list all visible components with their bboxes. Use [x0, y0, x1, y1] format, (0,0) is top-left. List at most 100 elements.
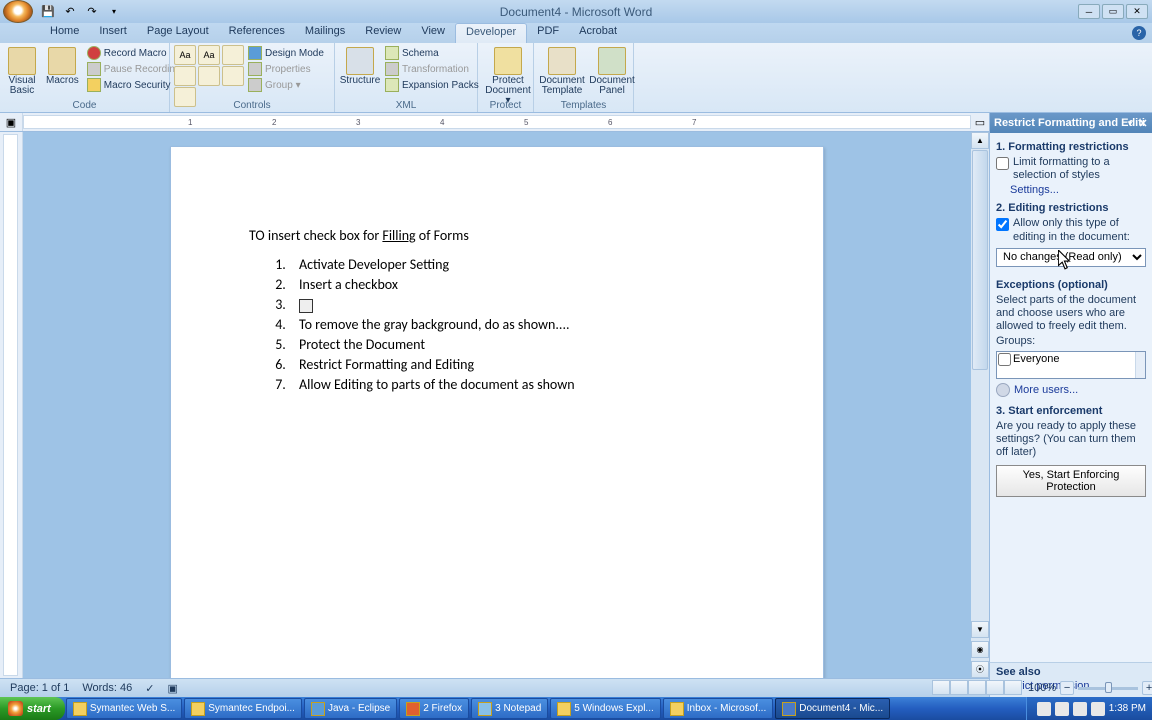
- record-macro-button[interactable]: Record Macro: [85, 45, 183, 61]
- horizontal-ruler[interactable]: 1 2 3 4 5 6 7: [23, 115, 971, 129]
- taskpane-header[interactable]: Restrict Formatting and Editi ▼ ✕: [990, 113, 1152, 133]
- taskbar-item[interactable]: Symantec Endpoi...: [184, 698, 302, 719]
- scroll-down-button[interactable]: ▼: [971, 621, 989, 638]
- everyone-checkbox[interactable]: [998, 353, 1011, 366]
- control-date-button[interactable]: [222, 66, 244, 86]
- limit-formatting-checkbox[interactable]: [996, 157, 1009, 170]
- undo-icon[interactable]: ↶: [62, 4, 78, 20]
- vertical-ruler[interactable]: [0, 132, 23, 678]
- next-page-button[interactable]: ⦿: [971, 661, 989, 678]
- steps-list[interactable]: Activate Developer Setting Insert a chec…: [289, 256, 745, 393]
- tab-acrobat[interactable]: Acrobat: [569, 23, 627, 43]
- tab-pdf[interactable]: PDF: [527, 23, 569, 43]
- pause-recording-button[interactable]: Pause Recording: [85, 61, 183, 77]
- ruler-corner[interactable]: ▣: [0, 113, 23, 131]
- list-item[interactable]: Allow Editing to parts of the document a…: [289, 376, 745, 393]
- start-button[interactable]: start: [0, 697, 65, 720]
- maximize-button[interactable]: ▭: [1102, 4, 1124, 19]
- control-dropdown-button[interactable]: [198, 66, 220, 86]
- group-button[interactable]: Group ▾: [246, 77, 326, 93]
- redo-icon[interactable]: ↷: [84, 4, 100, 20]
- clock[interactable]: 1:38 PM: [1109, 703, 1146, 714]
- taskbar-item[interactable]: Symantec Web S...: [66, 698, 182, 719]
- taskbar-item-active[interactable]: Document4 - Mic...: [775, 698, 890, 719]
- structure-button[interactable]: Structure: [339, 45, 381, 88]
- macro-security-button[interactable]: Macro Security: [85, 77, 183, 93]
- taskbar-item[interactable]: 3 Notepad: [471, 698, 548, 719]
- zoom-percent[interactable]: 100%: [1028, 682, 1056, 694]
- schema-button[interactable]: Schema: [383, 45, 481, 61]
- document-scroll[interactable]: TO insert check box for Filling of Forms…: [23, 132, 971, 678]
- settings-link[interactable]: Settings...: [1010, 184, 1146, 196]
- vertical-scrollbar[interactable]: ▲ ▼ ◉ ⦿: [971, 132, 989, 678]
- taskpane-close-icon[interactable]: ✕: [1136, 117, 1150, 130]
- expansion-packs-button[interactable]: Expansion Packs: [383, 77, 481, 93]
- list-item[interactable]: Protect the Document: [289, 336, 745, 353]
- word-count[interactable]: Words: 46: [76, 682, 139, 694]
- ruler-toggle-icon[interactable]: ▭: [971, 113, 989, 131]
- properties-button[interactable]: Properties: [246, 61, 326, 77]
- control-combo-button[interactable]: [174, 66, 196, 86]
- taskpane-dropdown-icon[interactable]: ▼: [1126, 119, 1134, 128]
- tray-icon[interactable]: [1055, 702, 1069, 716]
- intro-paragraph[interactable]: TO insert check box for Filling of Forms: [249, 227, 745, 244]
- office-button[interactable]: [3, 0, 33, 23]
- taskbar-item[interactable]: 5 Windows Expl...: [550, 698, 660, 719]
- close-button[interactable]: ✕: [1126, 4, 1148, 19]
- scroll-thumb[interactable]: [972, 150, 988, 370]
- web-layout-view[interactable]: [968, 680, 986, 695]
- listbox-scrollbar[interactable]: [1135, 352, 1145, 378]
- groups-listbox[interactable]: Everyone: [996, 351, 1146, 379]
- zoom-slider[interactable]: [1078, 687, 1138, 690]
- limit-formatting-checkbox-row[interactable]: Limit formatting to a selection of style…: [996, 156, 1146, 182]
- scroll-up-button[interactable]: ▲: [971, 132, 989, 149]
- macros-button[interactable]: Macros: [42, 45, 83, 88]
- qat-more-icon[interactable]: ▾: [106, 4, 122, 20]
- draft-view[interactable]: [1004, 680, 1022, 695]
- proofing-icon[interactable]: ✓: [139, 682, 161, 695]
- tab-review[interactable]: Review: [355, 23, 411, 43]
- print-layout-view[interactable]: [932, 680, 950, 695]
- zoom-in-button[interactable]: +: [1142, 681, 1152, 695]
- tab-insert[interactable]: Insert: [89, 23, 137, 43]
- full-screen-view[interactable]: [950, 680, 968, 695]
- design-mode-button[interactable]: Design Mode: [246, 45, 326, 61]
- list-item[interactable]: Restrict Formatting and Editing: [289, 356, 745, 373]
- list-item[interactable]: Insert a checkbox: [289, 276, 745, 293]
- list-item[interactable]: To remove the gray background, do as sho…: [289, 316, 745, 333]
- allow-only-checkbox[interactable]: [996, 218, 1009, 231]
- minimize-button[interactable]: ─: [1078, 4, 1100, 19]
- control-aa-button[interactable]: Aa: [174, 45, 196, 65]
- list-item[interactable]: Activate Developer Setting: [289, 256, 745, 273]
- document-template-button[interactable]: Document Template: [538, 45, 586, 98]
- macro-status-icon[interactable]: ▣: [161, 682, 184, 695]
- start-enforcing-button[interactable]: Yes, Start Enforcing Protection: [996, 465, 1146, 497]
- tab-view[interactable]: View: [411, 23, 455, 43]
- tab-developer[interactable]: Developer: [455, 23, 527, 43]
- more-users-link[interactable]: More users...: [1014, 384, 1078, 396]
- system-tray[interactable]: 1:38 PM: [1026, 697, 1152, 720]
- outline-view[interactable]: [986, 680, 1004, 695]
- taskbar-item[interactable]: 2 Firefox: [399, 698, 469, 719]
- transformation-button[interactable]: Transformation: [383, 61, 481, 77]
- tray-icon[interactable]: [1037, 702, 1051, 716]
- help-icon[interactable]: ?: [1132, 26, 1146, 40]
- control-picture-button[interactable]: [222, 45, 244, 65]
- page-status[interactable]: Page: 1 of 1: [4, 682, 76, 694]
- tray-icon[interactable]: [1073, 702, 1087, 716]
- zoom-thumb[interactable]: [1105, 682, 1112, 693]
- save-icon[interactable]: 💾: [40, 4, 56, 20]
- zoom-out-button[interactable]: −: [1060, 681, 1074, 695]
- checkbox-icon[interactable]: [299, 299, 313, 313]
- taskbar-item[interactable]: Inbox - Microsof...: [663, 698, 773, 719]
- list-item[interactable]: [289, 296, 745, 313]
- visual-basic-button[interactable]: Visual Basic: [4, 45, 40, 98]
- tab-mailings[interactable]: Mailings: [295, 23, 355, 43]
- prev-page-button[interactable]: ◉: [971, 641, 989, 658]
- taskbar-item[interactable]: Java - Eclipse: [304, 698, 397, 719]
- document-page[interactable]: TO insert check box for Filling of Forms…: [170, 146, 824, 678]
- tab-references[interactable]: References: [219, 23, 295, 43]
- tab-page-layout[interactable]: Page Layout: [137, 23, 219, 43]
- tray-icon[interactable]: [1091, 702, 1105, 716]
- allow-only-checkbox-row[interactable]: Allow only this type of editing in the d…: [996, 217, 1146, 243]
